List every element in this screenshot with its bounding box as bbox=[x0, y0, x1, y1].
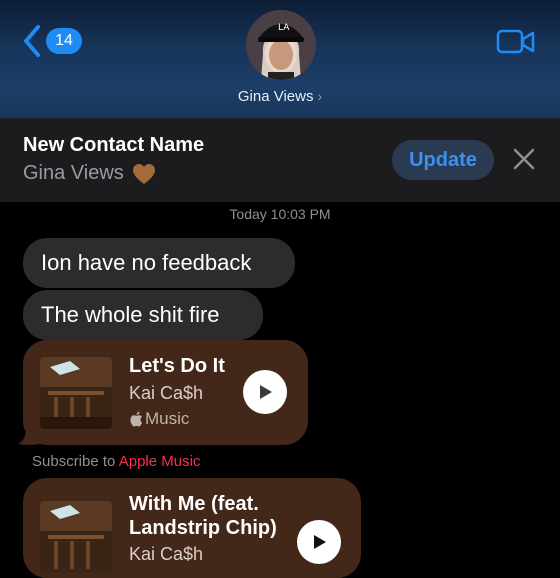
banner-contact-name: Gina Views bbox=[23, 162, 124, 184]
chevron-left-icon bbox=[24, 25, 40, 57]
message-timestamp: Today 10:03 PM bbox=[229, 206, 331, 222]
close-icon bbox=[513, 148, 535, 170]
song-artist: Kai Ca$h bbox=[129, 544, 204, 564]
message-text: Ion have no feedback bbox=[41, 250, 252, 275]
back-button[interactable]: 14 bbox=[22, 24, 82, 58]
svg-text:LA: LA bbox=[278, 23, 290, 33]
banner-subtitle: Gina Views bbox=[23, 162, 156, 185]
video-call-button[interactable] bbox=[496, 28, 536, 61]
song-title: With Me (feat. Landstrip Chip) bbox=[129, 493, 277, 539]
contact-name-label: Gina Views bbox=[237, 88, 314, 105]
message-bubble[interactable]: Ion have no feedback bbox=[23, 238, 295, 288]
subscribe-prefix: Subscribe to bbox=[32, 453, 116, 470]
album-art bbox=[40, 501, 112, 573]
apple-music-label: Music bbox=[129, 409, 189, 429]
conversation-header: 14 LA Gina Views › bbox=[0, 0, 560, 118]
update-button[interactable]: Update bbox=[392, 140, 494, 180]
new-contact-name-banner: New Contact Name Gina Views Update bbox=[0, 118, 560, 202]
song-title: Let's Do It bbox=[129, 355, 225, 377]
video-camera-icon bbox=[496, 29, 535, 54]
apple-logo-icon bbox=[130, 411, 142, 427]
song-artist: Kai Ca$h bbox=[129, 383, 204, 403]
play-icon bbox=[314, 535, 326, 549]
contact-name-button[interactable]: Gina Views › bbox=[0, 88, 560, 105]
contact-avatar[interactable]: LA bbox=[246, 10, 316, 80]
close-banner-button[interactable] bbox=[513, 148, 535, 175]
message-text: The whole shit fire bbox=[41, 302, 220, 327]
chevron-right-icon: › bbox=[317, 88, 323, 104]
music-card[interactable]: With Me (feat. Landstrip Chip) Kai Ca$h bbox=[23, 478, 361, 578]
music-card[interactable]: Let's Do It Kai Ca$h Music bbox=[23, 340, 308, 445]
unread-count-badge: 14 bbox=[46, 28, 82, 54]
apple-music-link[interactable]: Apple Music bbox=[119, 453, 201, 470]
play-button[interactable] bbox=[243, 370, 287, 414]
play-icon bbox=[260, 385, 272, 399]
message-bubble[interactable]: The whole shit fire bbox=[23, 290, 263, 340]
heart-icon bbox=[132, 163, 155, 184]
subscribe-prompt: Subscribe to Apple Music bbox=[32, 453, 200, 470]
album-art bbox=[40, 357, 112, 429]
music-service-label: Music bbox=[145, 409, 190, 428]
play-button[interactable] bbox=[297, 520, 341, 564]
banner-title: New Contact Name bbox=[23, 134, 205, 156]
